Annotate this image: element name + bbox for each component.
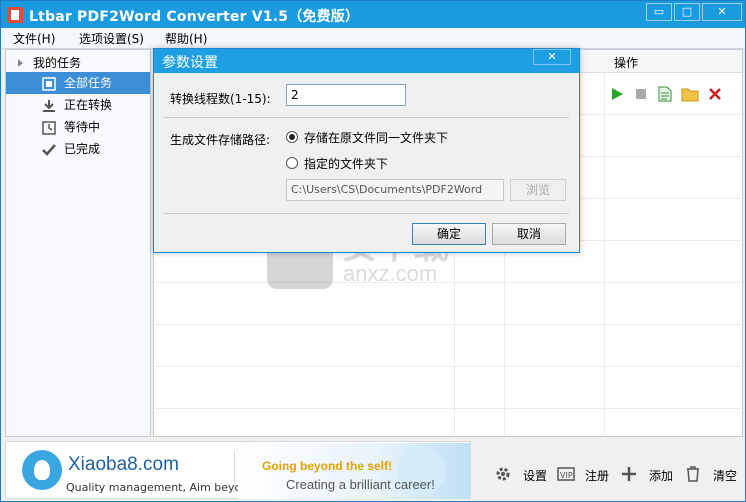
ad-banner[interactable]: Xiaoba8.com Quality management, Aim beyo…: [5, 441, 471, 499]
folder-path-input[interactable]: C:\Users\CS\Documents\PDF2Word: [286, 179, 504, 201]
browse-button[interactable]: 浏览: [510, 179, 566, 201]
app-icon: [7, 7, 23, 23]
trash-icon: [685, 466, 701, 482]
threads-label: 转换线程数(1-15):: [170, 92, 271, 106]
add-label: 添加: [649, 469, 674, 483]
expand-arrow-icon[interactable]: [18, 59, 23, 67]
register-label: 注册: [585, 469, 610, 483]
ok-button[interactable]: 确定: [412, 223, 486, 245]
ad-divider: [234, 450, 235, 492]
plus-icon: [621, 466, 637, 482]
delete-icon[interactable]: [707, 86, 723, 102]
path-label: 生成文件存储路径:: [170, 133, 271, 147]
stop-icon[interactable]: [633, 86, 649, 102]
document-icon[interactable]: [657, 86, 673, 102]
clock-icon: [42, 120, 56, 135]
tree-root-label: 我的任务: [33, 56, 82, 70]
ad-slogan-line2: Creating a brilliant career!: [286, 477, 435, 492]
footer-bar: Xiaoba8.com Quality management, Aim beyo…: [5, 439, 743, 501]
minimize-button[interactable]: ▭: [646, 3, 672, 21]
settings-label: 设置: [523, 469, 548, 483]
grid-divider: [154, 324, 742, 325]
title-bar[interactable]: Ltbar PDF2Word Converter V1.5（免费版） ▭ □ ✕: [1, 1, 745, 28]
close-button[interactable]: ✕: [702, 3, 742, 21]
menu-help[interactable]: 帮助(H): [165, 30, 207, 47]
radio-same-folder-label[interactable]: 存储在原文件同一文件夹下: [304, 129, 448, 146]
cancel-button[interactable]: 取消: [492, 223, 566, 245]
task-sidebar: 我的任务 全部任务 正在转换 等待中 已完成: [5, 49, 151, 437]
dialog-separator: [164, 213, 569, 214]
window-title: Ltbar PDF2Word Converter V1.5（免费版）: [29, 9, 360, 25]
sidebar-item-completed[interactable]: 已完成: [6, 138, 150, 160]
lotus-logo-icon: [22, 450, 62, 490]
tree-root-my-tasks[interactable]: 我的任务: [18, 54, 81, 72]
play-icon[interactable]: [609, 86, 625, 102]
maximize-button[interactable]: □: [674, 3, 700, 21]
main-window: Ltbar PDF2Word Converter V1.5（免费版） ▭ □ ✕…: [0, 0, 746, 502]
clear-label: 清空: [713, 469, 738, 483]
grid-divider: [154, 282, 742, 283]
vip-icon: VIP: [557, 466, 575, 482]
threads-input[interactable]: 2: [286, 84, 406, 106]
sidebar-item-converting[interactable]: 正在转换: [6, 94, 150, 116]
ad-tagline: Quality management, Aim beyond: [66, 481, 256, 494]
ad-slogan-line1: Going beyond the self!: [262, 459, 393, 473]
checkmark-icon: [42, 142, 56, 156]
dialog-close-button[interactable]: ✕: [533, 49, 571, 65]
grid-divider: [154, 408, 742, 409]
grid-divider: [154, 366, 742, 367]
grid-divider: [604, 72, 605, 436]
ad-brand: Xiaoba8.com: [68, 454, 179, 475]
all-tasks-icon: [42, 76, 56, 91]
radio-same-folder[interactable]: [286, 131, 298, 143]
menu-bar: 文件(H) 选项设置(S) 帮助(H): [1, 28, 745, 49]
dialog-title-bar[interactable]: 参数设置 ✕: [154, 49, 579, 73]
folder-icon[interactable]: [681, 86, 699, 102]
sidebar-item-waiting[interactable]: 等待中: [6, 116, 150, 138]
ad-slogan-panel: Going beyond the self! Creating a brilli…: [238, 443, 470, 499]
sidebar-item-label: 全部任务: [64, 76, 113, 90]
download-icon: [42, 98, 56, 112]
dialog-separator: [164, 117, 569, 118]
menu-file[interactable]: 文件(H): [13, 30, 55, 47]
sidebar-item-label: 等待中: [64, 120, 101, 134]
dialog-body: 转换线程数(1-15): 2 生成文件存储路径: 存储在原文件同一文件夹下 指定…: [158, 73, 575, 250]
gear-icon: [495, 466, 511, 482]
radio-custom-folder[interactable]: [286, 157, 298, 169]
svg-text:VIP: VIP: [560, 471, 573, 480]
sidebar-item-label: 已完成: [64, 142, 101, 156]
dialog-title: 参数设置: [162, 55, 218, 71]
radio-custom-folder-label[interactable]: 指定的文件夹下: [304, 155, 388, 172]
menu-options[interactable]: 选项设置(S): [79, 30, 144, 47]
sidebar-item-all-tasks[interactable]: 全部任务: [6, 72, 150, 94]
settings-dialog: 参数设置 ✕ 转换线程数(1-15): 2 生成文件存储路径: 存储在原文件同一…: [153, 48, 580, 253]
column-header-operations: 操作: [614, 56, 639, 70]
sidebar-item-label: 正在转换: [64, 98, 113, 112]
